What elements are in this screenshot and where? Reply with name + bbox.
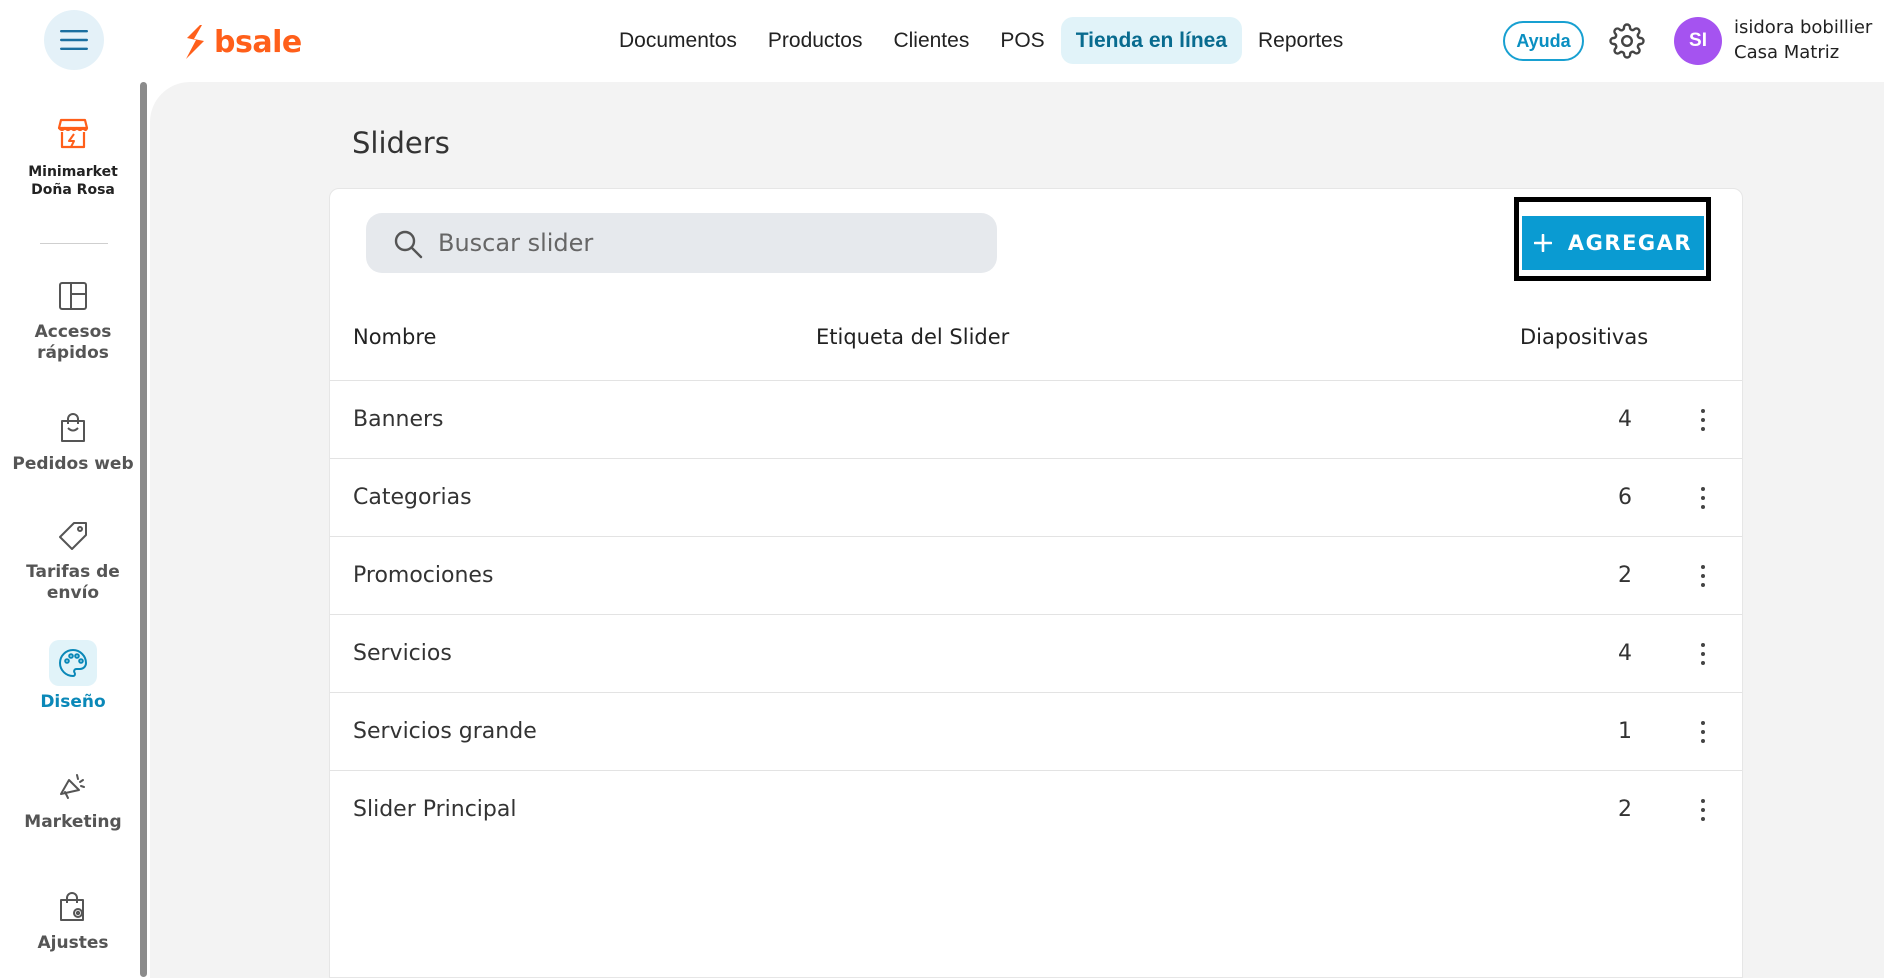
- slider-name: Banners: [353, 407, 444, 432]
- user-branch: Casa Matriz: [1734, 42, 1840, 63]
- nav-reportes[interactable]: Reportes: [1243, 17, 1358, 64]
- nav-pos[interactable]: POS: [985, 17, 1059, 64]
- row-menu-icon[interactable]: [1688, 559, 1718, 593]
- search-icon: [394, 230, 423, 259]
- add-slider-button[interactable]: AGREGAR: [1522, 216, 1704, 270]
- table-row[interactable]: Banners 4: [330, 380, 1742, 458]
- sliders-card: AGREGAR Nombre Etiqueta del Slider Diapo…: [329, 188, 1743, 978]
- sidebar-item-marketing[interactable]: Marketing: [0, 766, 146, 833]
- slider-name: Promociones: [353, 563, 494, 588]
- slider-name: Slider Principal: [353, 797, 517, 822]
- table-row[interactable]: Slider Principal 2: [330, 770, 1742, 848]
- help-button[interactable]: Ayuda: [1503, 21, 1584, 61]
- user-avatar[interactable]: SI: [1674, 17, 1722, 65]
- sidebar-item-tarifas-de-envio[interactable]: Tarifas de envío: [0, 516, 146, 604]
- megaphone-icon: [60, 774, 85, 799]
- sidebar-item-diseno[interactable]: Diseño: [0, 640, 146, 713]
- nav-tienda-en-linea[interactable]: Tienda en línea: [1060, 17, 1243, 64]
- table-row[interactable]: Servicios grande 1: [330, 692, 1742, 770]
- sidebar-label: Tarifas de: [26, 562, 120, 582]
- sidebar: Minimarket Doña Rosa Accesos rápidos Ped…: [0, 82, 146, 978]
- row-menu-icon[interactable]: [1688, 481, 1718, 515]
- table-row[interactable]: Categorias 6: [330, 458, 1742, 536]
- tag-icon: [59, 522, 87, 550]
- sidebar-item-pedidos-web[interactable]: Pedidos web: [0, 408, 146, 475]
- slider-name: Servicios: [353, 641, 452, 666]
- slide-count: 1: [1618, 719, 1632, 744]
- menu-button[interactable]: [44, 10, 104, 70]
- sidebar-item-accesos-rapidos[interactable]: Accesos rápidos: [0, 276, 146, 364]
- column-header-name: Nombre: [353, 325, 437, 349]
- sidebar-label: Ajustes: [37, 933, 109, 953]
- nav-productos[interactable]: Productos: [753, 17, 878, 64]
- sidebar-item-ajustes[interactable]: Ajustes: [0, 887, 146, 954]
- table-row[interactable]: Servicios 4: [330, 614, 1742, 692]
- bsale-logo[interactable]: bsale: [182, 22, 302, 62]
- row-menu-icon[interactable]: [1688, 403, 1718, 437]
- sidebar-label: Pedidos web: [12, 454, 134, 474]
- top-bar: bsale Documentos Productos Clientes POS …: [0, 0, 1884, 82]
- store-name-line2: Doña Rosa: [31, 182, 115, 198]
- sidebar-divider: [40, 243, 108, 244]
- slider-name: Servicios grande: [353, 719, 537, 744]
- page-title: Sliders: [352, 126, 450, 160]
- row-menu-icon[interactable]: [1688, 715, 1718, 749]
- search-input[interactable]: [438, 213, 978, 273]
- shopping-bag-icon: [61, 413, 85, 442]
- slide-count: 2: [1618, 797, 1632, 822]
- slide-count: 4: [1618, 641, 1632, 666]
- slide-count: 6: [1618, 485, 1632, 510]
- row-menu-icon[interactable]: [1688, 793, 1718, 827]
- sidebar-label: envío: [46, 583, 100, 603]
- sidebar-scrollbar[interactable]: [140, 82, 147, 977]
- palette-icon: [59, 648, 88, 678]
- store-selector[interactable]: Minimarket Doña Rosa: [0, 116, 146, 199]
- gear-icon[interactable]: [1609, 23, 1645, 59]
- slide-count: 4: [1618, 407, 1632, 432]
- row-menu-icon[interactable]: [1688, 637, 1718, 671]
- main-nav: Documentos Productos Clientes POS Tienda…: [604, 17, 1359, 64]
- search-box[interactable]: [366, 213, 997, 273]
- logo-text: bsale: [214, 24, 302, 60]
- plus-icon: [1533, 234, 1552, 252]
- bag-settings-icon: [60, 892, 84, 921]
- sidebar-label: rápidos: [37, 343, 109, 363]
- slider-name: Categorias: [353, 485, 472, 510]
- column-header-slides: Diapositivas: [1520, 325, 1649, 349]
- nav-documentos[interactable]: Documentos: [604, 17, 752, 64]
- column-header-label: Etiqueta del Slider: [816, 325, 1010, 349]
- nav-clientes[interactable]: Clientes: [878, 17, 984, 64]
- bsale-bolt-icon: [186, 25, 204, 59]
- sidebar-label: Accesos: [34, 322, 112, 342]
- table-row[interactable]: Promociones 2: [330, 536, 1742, 614]
- sidebar-label: Diseño: [40, 692, 106, 712]
- layout-icon: [59, 282, 87, 310]
- hamburger-icon: [60, 30, 88, 50]
- main-content: Sliders AGREGAR Nombre Etiqueta del Slid…: [150, 82, 1884, 978]
- user-name[interactable]: isidora bobillier: [1734, 17, 1882, 38]
- add-button-label: AGREGAR: [1567, 231, 1693, 255]
- sidebar-label: Marketing: [24, 812, 122, 832]
- slide-count: 2: [1618, 563, 1632, 588]
- store-icon: [57, 118, 89, 149]
- store-name-line1: Minimarket: [28, 164, 118, 180]
